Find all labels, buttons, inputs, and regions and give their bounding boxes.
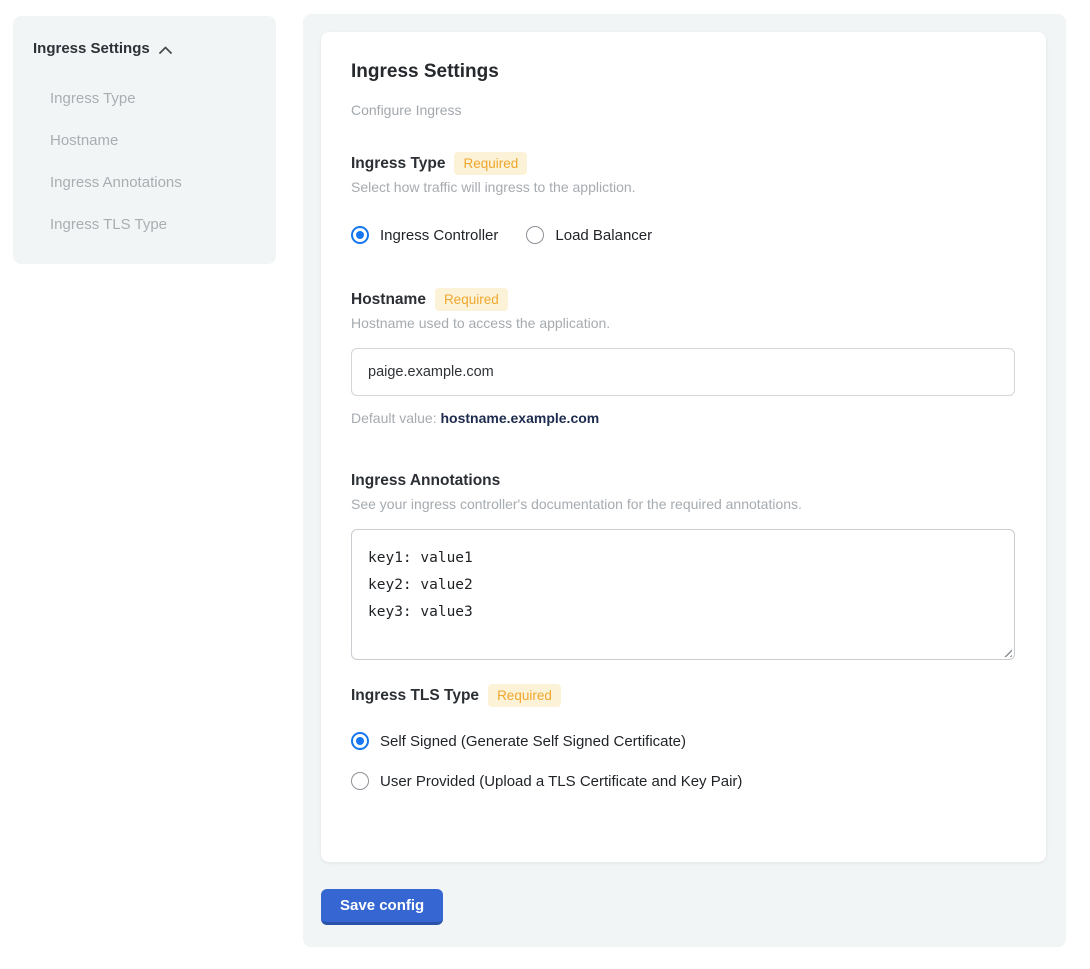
sidebar-item-ingress-type[interactable]: Ingress Type	[33, 77, 276, 119]
ingress-tls-type-section: Ingress TLS Type Required Self Signed (G…	[351, 684, 1016, 790]
ingress-type-section: Ingress Type Required Select how traffic…	[351, 152, 1016, 244]
radio-label: Self Signed (Generate Self Signed Certif…	[380, 733, 686, 750]
radio-load-balancer[interactable]: Load Balancer	[526, 226, 652, 244]
hostname-description: Hostname used to access the application.	[351, 314, 1016, 332]
ingress-settings-card: Ingress Settings Configure Ingress Ingre…	[321, 32, 1046, 862]
default-value-prefix: Default value:	[351, 410, 437, 426]
sidebar-item-list: Ingress Type Hostname Ingress Annotation…	[33, 77, 276, 245]
ingress-type-radio-group: Ingress Controller Load Balancer	[351, 226, 1016, 244]
sidebar-item-ingress-annotations[interactable]: Ingress Annotations	[33, 161, 276, 203]
radio-self-signed[interactable]: Self Signed (Generate Self Signed Certif…	[351, 732, 1016, 750]
radio-button-icon[interactable]	[351, 772, 369, 790]
required-badge: Required	[454, 152, 527, 175]
radio-ingress-controller[interactable]: Ingress Controller	[351, 226, 498, 244]
settings-sidebar: Ingress Settings Ingress Type Hostname I…	[13, 16, 276, 264]
required-badge: Required	[435, 288, 508, 311]
chevron-up-icon	[159, 46, 172, 54]
default-value-text: hostname.example.com	[441, 410, 600, 426]
ingress-tls-type-label: Ingress TLS Type	[351, 685, 479, 707]
ingress-tls-type-radio-group: Self Signed (Generate Self Signed Certif…	[351, 732, 1016, 790]
page-title: Ingress Settings	[351, 60, 1016, 84]
radio-label: Load Balancer	[555, 227, 652, 244]
hostname-input[interactable]	[351, 348, 1015, 396]
sidebar-item-hostname[interactable]: Hostname	[33, 119, 276, 161]
radio-user-provided[interactable]: User Provided (Upload a TLS Certificate …	[351, 772, 1016, 790]
radio-label: User Provided (Upload a TLS Certificate …	[380, 773, 742, 790]
sidebar-section-header[interactable]: Ingress Settings	[33, 40, 276, 57]
ingress-type-description: Select how traffic will ingress to the a…	[351, 178, 1016, 196]
radio-button-icon[interactable]	[351, 732, 369, 750]
sidebar-item-ingress-tls-type[interactable]: Ingress TLS Type	[33, 203, 276, 245]
ingress-annotations-description: See your ingress controller's documentat…	[351, 495, 1016, 513]
save-config-button[interactable]: Save config	[321, 889, 443, 925]
radio-label: Ingress Controller	[380, 227, 498, 244]
ingress-annotations-textarea[interactable]: key1: value1 key2: value2 key3: value3	[351, 529, 1015, 660]
radio-button-icon[interactable]	[351, 226, 369, 244]
hostname-section: Hostname Required Hostname used to acces…	[351, 288, 1016, 426]
ingress-annotations-section: Ingress Annotations See your ingress con…	[351, 470, 1016, 660]
page-subtitle: Configure Ingress	[351, 101, 1016, 119]
ingress-annotations-label: Ingress Annotations	[351, 470, 500, 492]
hostname-default-line: Default value: hostname.example.com	[351, 410, 1016, 426]
required-badge: Required	[488, 684, 561, 707]
settings-panel: Ingress Settings Configure Ingress Ingre…	[303, 14, 1066, 947]
ingress-type-label: Ingress Type	[351, 153, 445, 175]
hostname-label: Hostname	[351, 289, 426, 311]
sidebar-section-title: Ingress Settings	[33, 40, 150, 57]
radio-button-icon[interactable]	[526, 226, 544, 244]
